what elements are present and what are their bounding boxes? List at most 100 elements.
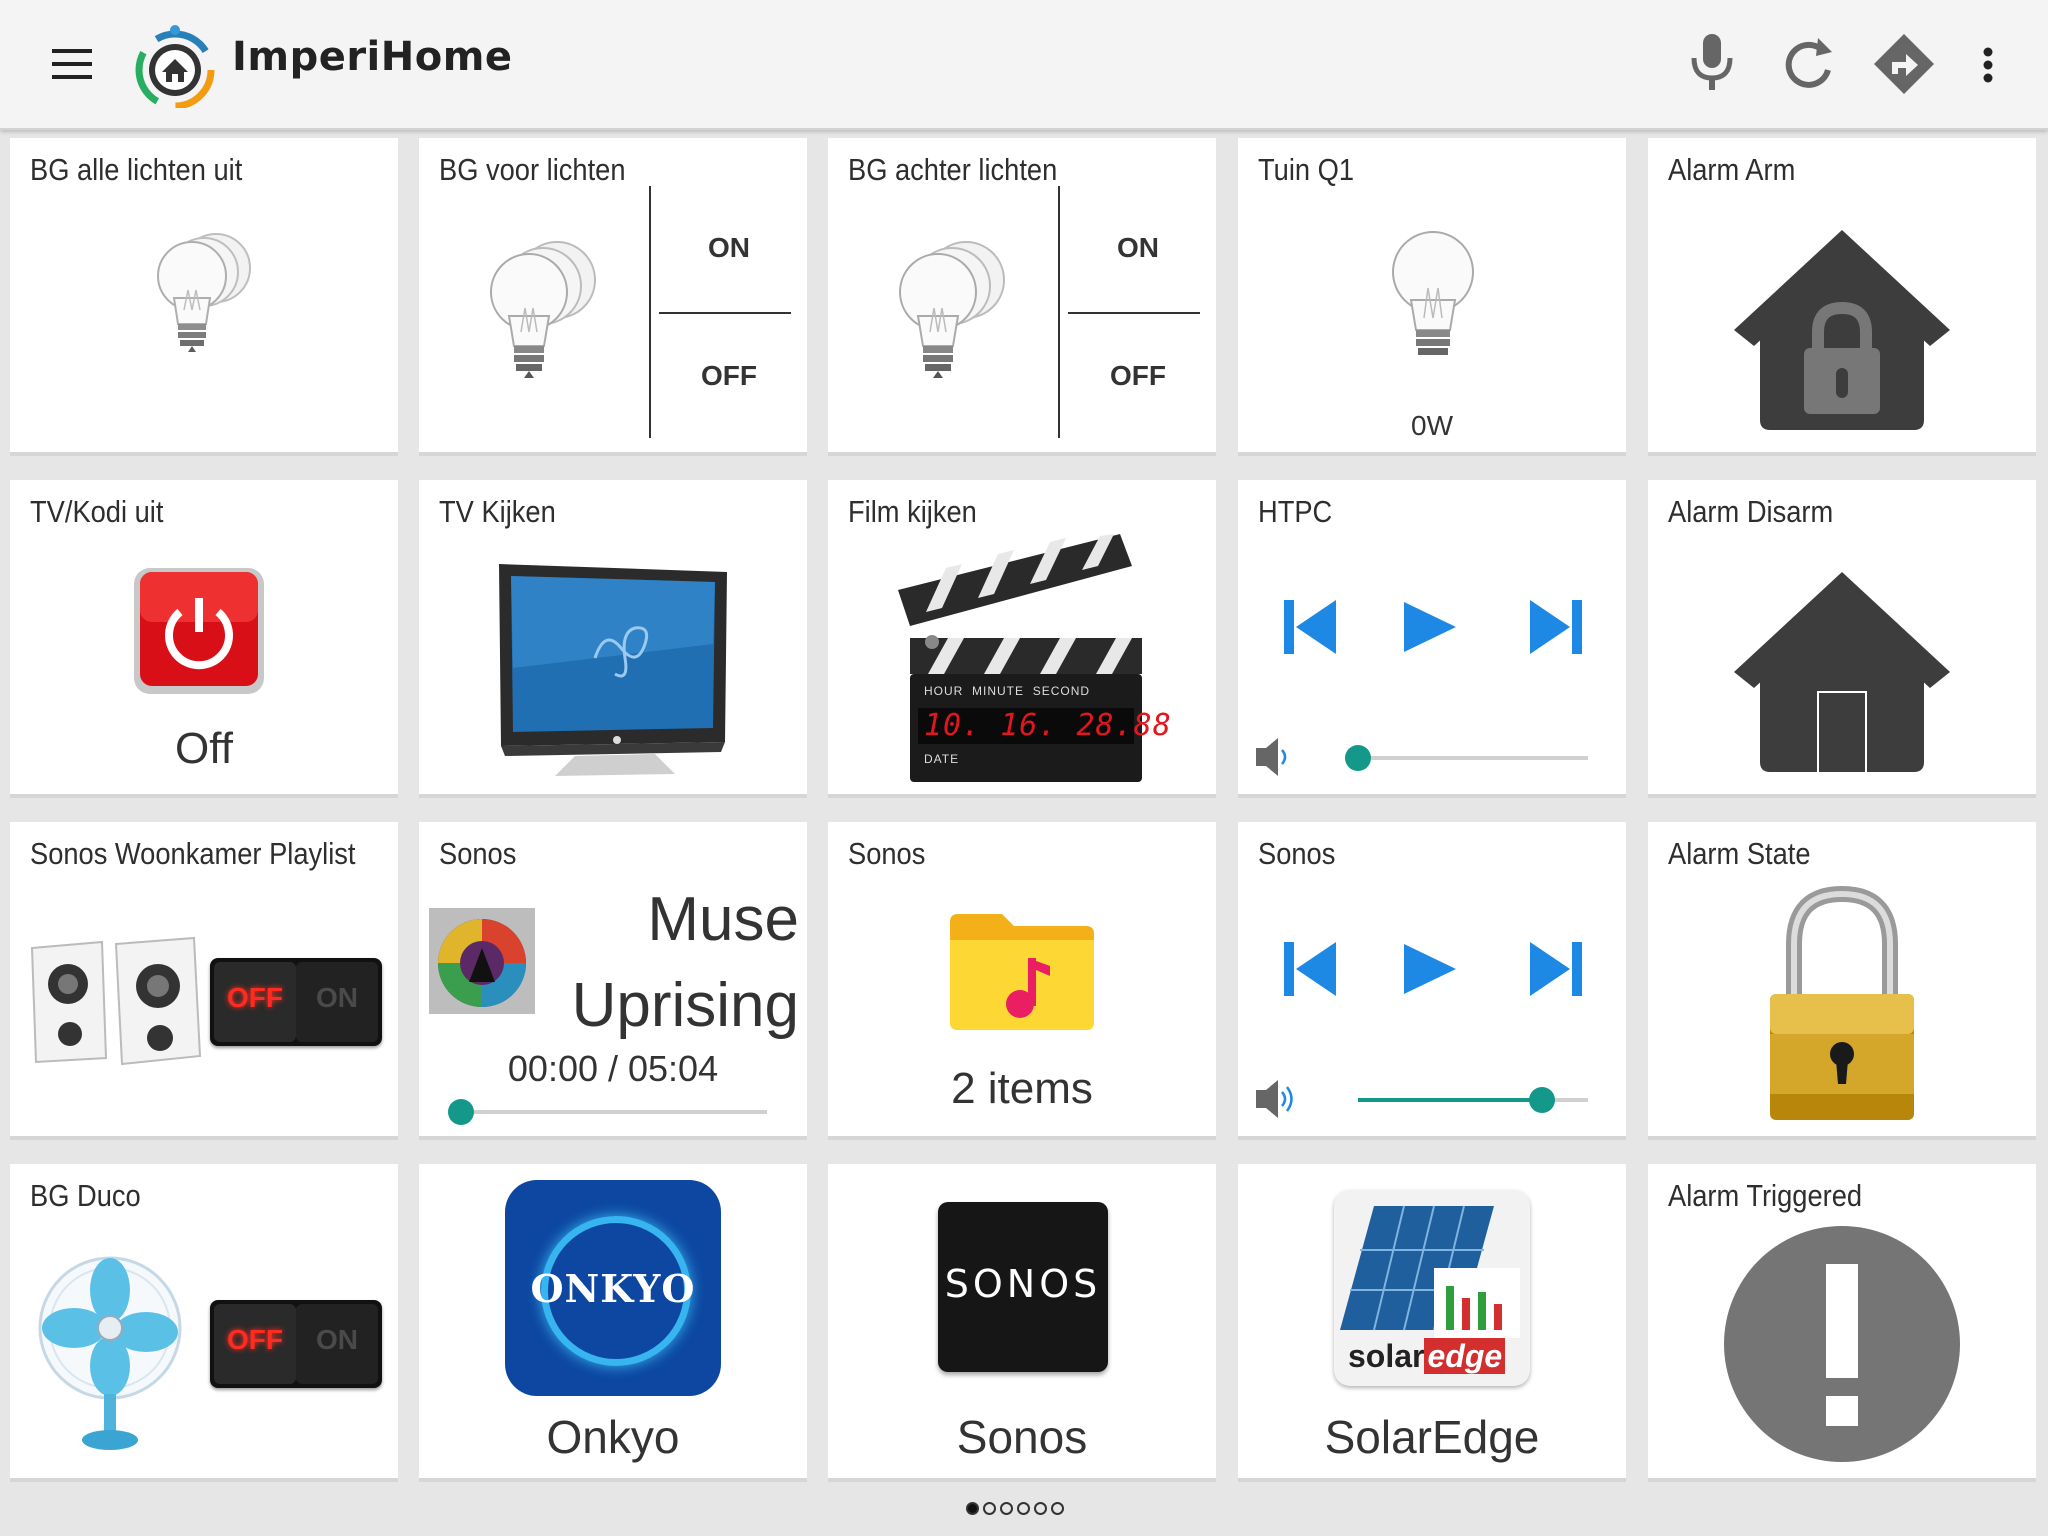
more-vert-icon[interactable] [1960, 30, 2020, 98]
tile-alarm-state[interactable]: Alarm State [1648, 822, 2036, 1140]
volume-knob[interactable] [1345, 745, 1371, 771]
off-button[interactable]: OFF [651, 314, 807, 438]
tile-htpc[interactable]: HTPC [1238, 480, 1626, 798]
tile-bg-voor-lichten[interactable]: BG voor lichten ON OFF [419, 138, 807, 456]
onkyo-logo: ONKYO [505, 1180, 721, 1396]
tile-name: Sonos [1258, 836, 1336, 871]
clock-label-minute: MINUTE [972, 684, 1025, 698]
app-bar: ImperiHome [0, 0, 2048, 130]
tile-solaredge[interactable]: solaredge SolarEdge [1238, 1164, 1626, 1482]
on-off-switch: ON OFF [1058, 186, 1216, 438]
toggle-on-label: ON [316, 1324, 358, 1355]
volume-icon [1256, 738, 1287, 776]
tile-name: Sonos Woonkamer Playlist [30, 836, 356, 871]
tile-sonos-player[interactable]: Sonos [1238, 822, 1626, 1140]
tile-name: Film kijken [848, 494, 977, 529]
tile-bg-alle-lichten-uit[interactable]: BG alle lichten uit [10, 138, 398, 456]
menu-icon[interactable] [40, 40, 104, 88]
toggle-on-label: ON [316, 982, 358, 1013]
house-icon [1734, 572, 1950, 772]
clock-display: 10. 16. 28.88 [924, 708, 1172, 743]
tile-sonos-app[interactable]: SONOS Sonos [828, 1164, 1216, 1482]
tile-label: Onkyo [546, 1411, 680, 1463]
tile-bg-duco[interactable]: BG Duco OFF ON [10, 1164, 398, 1482]
page-dot[interactable] [983, 1502, 996, 1515]
page-dot[interactable] [966, 1502, 979, 1515]
on-button[interactable]: ON [651, 186, 807, 310]
tile-label: SolarEdge [1324, 1411, 1540, 1463]
off-on-toggle[interactable]: OFF ON [210, 958, 382, 1046]
playback-progress-slider[interactable] [448, 1099, 767, 1125]
play-icon[interactable] [1404, 602, 1456, 652]
off-on-toggle[interactable]: OFF ON [210, 1300, 382, 1388]
skip-next-icon[interactable] [1530, 600, 1582, 654]
alert-icon [1724, 1226, 1960, 1462]
skip-previous-icon[interactable] [1284, 942, 1336, 996]
progress-knob[interactable] [448, 1099, 474, 1125]
microphone-icon[interactable] [1676, 30, 1748, 98]
tile-label: Sonos [956, 1411, 1088, 1463]
clock-label-second: SECOND [1032, 684, 1091, 698]
tile-film-kijken[interactable]: Film kijken HOUR MINUTE SECOND 10. 16. 2… [828, 480, 1216, 798]
house-lock-icon [1734, 230, 1950, 430]
tile-name: Alarm Disarm [1668, 494, 1834, 529]
speakers-icon [30, 936, 202, 1066]
volume-slider[interactable] [1345, 745, 1588, 771]
volume-icon [1256, 1080, 1293, 1118]
page-dot[interactable] [1034, 1502, 1047, 1515]
volume-knob[interactable] [1529, 1087, 1555, 1113]
page-dot[interactable] [1017, 1502, 1030, 1515]
volume-slider[interactable] [1358, 1087, 1588, 1113]
tile-alarm-disarm[interactable]: Alarm Disarm [1648, 480, 2036, 798]
page-indicator [966, 1502, 1064, 1522]
page-dot[interactable] [1051, 1502, 1064, 1515]
tile-tuin-q1[interactable]: Tuin Q1 0W [1238, 138, 1626, 456]
on-button[interactable]: ON [1060, 186, 1216, 310]
now-playing-artist: Muse [647, 885, 799, 954]
power-value: 0W [1411, 410, 1453, 441]
state-value: Off [175, 724, 233, 773]
light-bulb-group-icon [490, 241, 596, 378]
tile-name: BG alle lichten uit [30, 152, 243, 187]
play-icon[interactable] [1404, 944, 1456, 994]
power-button-icon [134, 568, 264, 694]
clapperboard-icon: HOUR MINUTE SECOND 10. 16. 28.88 DATE [898, 530, 1172, 784]
light-bulb-icon [1392, 231, 1474, 355]
sonos-logo-text: SONOS [944, 1262, 1102, 1306]
tile-bg-achter-lichten[interactable]: BG achter lichten ON OFF [828, 138, 1216, 456]
page-dot[interactable] [1000, 1502, 1013, 1515]
solaredge-logo-text: solaredge [1348, 1338, 1506, 1375]
tile-sonos-folder[interactable]: Sonos 2 items [828, 822, 1216, 1140]
album-art [429, 908, 535, 1014]
onkyo-logo-text: ONKYO [530, 1266, 696, 1311]
app-logo [132, 22, 218, 108]
toggle-off-label: OFF [227, 1324, 283, 1355]
sonos-logo: SONOS [938, 1202, 1108, 1372]
tile-alarm-arm[interactable]: Alarm Arm [1648, 138, 2036, 456]
television-icon [499, 564, 727, 776]
padlock-icon [1770, 885, 1914, 1120]
tile-onkyo[interactable]: ONKYO Onkyo [419, 1164, 807, 1482]
tile-name: Alarm Arm [1668, 152, 1796, 187]
clock-labels: HOUR MINUTE SECOND [924, 684, 1090, 698]
tile-tv-kijken[interactable]: TV Kijken [419, 480, 807, 798]
skip-previous-icon[interactable] [1284, 600, 1336, 654]
clock-label-hour: HOUR [924, 684, 964, 698]
off-button[interactable]: OFF [1060, 314, 1216, 438]
light-bulb-group-icon [157, 233, 251, 352]
directions-icon[interactable] [1868, 30, 1940, 98]
solaredge-logo: solaredge [1334, 1190, 1530, 1386]
refresh-icon[interactable] [1772, 30, 1844, 98]
tile-tv-kodi-uit[interactable]: TV/Kodi uit Off [10, 480, 398, 798]
skip-next-icon[interactable] [1530, 942, 1582, 996]
tile-name: Alarm Triggered [1668, 1178, 1863, 1213]
item-count: 2 items [951, 1064, 1093, 1113]
tile-alarm-triggered[interactable]: Alarm Triggered [1648, 1164, 2036, 1482]
app-title: ImperiHome [232, 34, 513, 80]
tile-sonos-now-playing[interactable]: Sonos Muse Uprising 00:00 / 05:04 [419, 822, 807, 1140]
tile-name: BG voor lichten [439, 152, 626, 187]
now-playing-title: Uprising [571, 971, 799, 1040]
tile-sonos-woonkamer-playlist[interactable]: Sonos Woonkamer Playlist OFF ON [10, 822, 398, 1140]
tile-name: Tuin Q1 [1258, 152, 1355, 187]
tile-name: TV Kijken [439, 494, 556, 529]
